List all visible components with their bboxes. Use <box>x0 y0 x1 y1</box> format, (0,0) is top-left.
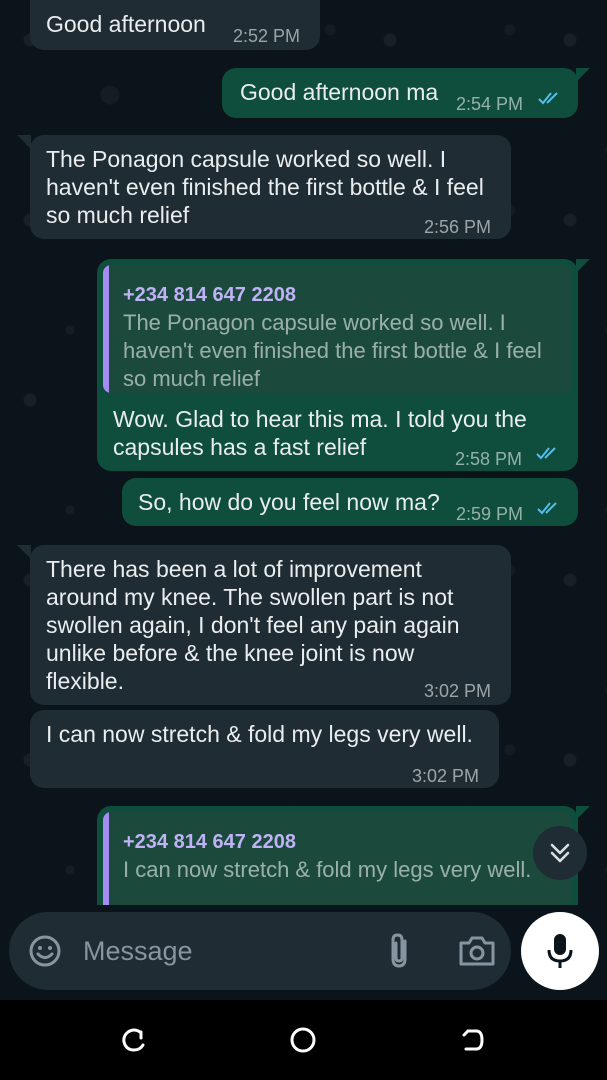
message-time: 2:52 PM <box>233 26 301 46</box>
emoji-icon[interactable] <box>27 933 63 969</box>
home-button[interactable] <box>283 1020 323 1060</box>
message-text: Good afternoon ma <box>240 79 439 105</box>
message-time: 3:02 PM <box>424 681 492 701</box>
message-outgoing[interactable]: Good afternoon ma 2:54 PM <box>222 68 578 118</box>
message-time: 2:56 PM <box>424 217 492 237</box>
attach-icon[interactable] <box>385 931 413 971</box>
message-text: I can now stretch & fold my legs very we… <box>46 721 473 747</box>
message-incoming[interactable]: There has been a lot of improvement arou… <box>30 545 511 705</box>
message-incoming[interactable]: The Ponagon capsule worked so well. I ha… <box>30 135 511 239</box>
message-text: Good afternoon <box>46 11 206 37</box>
recent-apps-button[interactable] <box>114 1020 154 1060</box>
back-icon <box>462 1029 484 1051</box>
quoted-message[interactable]: +234 814 647 2208 The Ponagon capsule wo… <box>103 265 572 393</box>
message-input[interactable]: Message <box>83 936 193 967</box>
system-navigation-bar <box>0 1000 607 1080</box>
message-incoming[interactable]: Good afternoon 2:52 PM <box>30 0 320 50</box>
quoted-message[interactable]: +234 814 647 2208 I can now stretch & fo… <box>103 812 572 905</box>
quote-bar <box>103 265 109 393</box>
scroll-to-bottom-button[interactable] <box>533 826 587 880</box>
quote-text: The Ponagon capsule worked so well. I ha… <box>123 310 542 391</box>
message-time: 2:59 PM <box>456 504 524 524</box>
recent-apps-icon <box>122 1028 145 1052</box>
quote-bar <box>103 812 109 905</box>
voice-message-button[interactable] <box>521 912 599 990</box>
message-time: 2:54 PM <box>456 94 524 114</box>
bubble-tail <box>17 545 31 559</box>
read-ticks-icon <box>536 447 556 460</box>
camera-icon[interactable] <box>458 934 496 968</box>
home-icon <box>290 1027 316 1053</box>
mic-icon <box>547 934 573 968</box>
double-chevron-down-icon <box>550 843 570 863</box>
message-incoming[interactable]: I can now stretch & fold my legs very we… <box>30 710 499 788</box>
chat-screen: Good afternoon 2:52 PM Good afternoon ma… <box>0 0 607 1080</box>
bubble-tail <box>576 259 590 273</box>
quote-sender: +234 814 647 2208 <box>123 831 296 853</box>
message-outgoing-reply[interactable]: +234 814 647 2208 The Ponagon capsule wo… <box>97 259 578 471</box>
message-list[interactable]: Good afternoon 2:52 PM Good afternoon ma… <box>0 0 607 905</box>
quote-text: I can now stretch & fold my legs very we… <box>123 857 532 882</box>
quote-sender: +234 814 647 2208 <box>123 284 296 306</box>
message-time: 3:02 PM <box>412 766 480 786</box>
bubble-tail <box>576 806 590 820</box>
message-composer[interactable]: Message <box>9 912 511 990</box>
message-text: So, how do you feel now ma? <box>138 489 440 515</box>
bubble-tail <box>576 68 590 82</box>
message-outgoing-reply[interactable]: +234 814 647 2208 I can now stretch & fo… <box>97 806 578 905</box>
read-ticks-icon <box>538 92 558 105</box>
back-button[interactable] <box>452 1020 492 1060</box>
message-text: There has been a lot of improvement arou… <box>46 556 460 694</box>
bubble-tail <box>17 135 31 149</box>
message-outgoing[interactable]: So, how do you feel now ma? 2:59 PM <box>122 478 578 526</box>
message-time: 2:58 PM <box>455 449 523 469</box>
read-ticks-icon <box>537 502 557 515</box>
